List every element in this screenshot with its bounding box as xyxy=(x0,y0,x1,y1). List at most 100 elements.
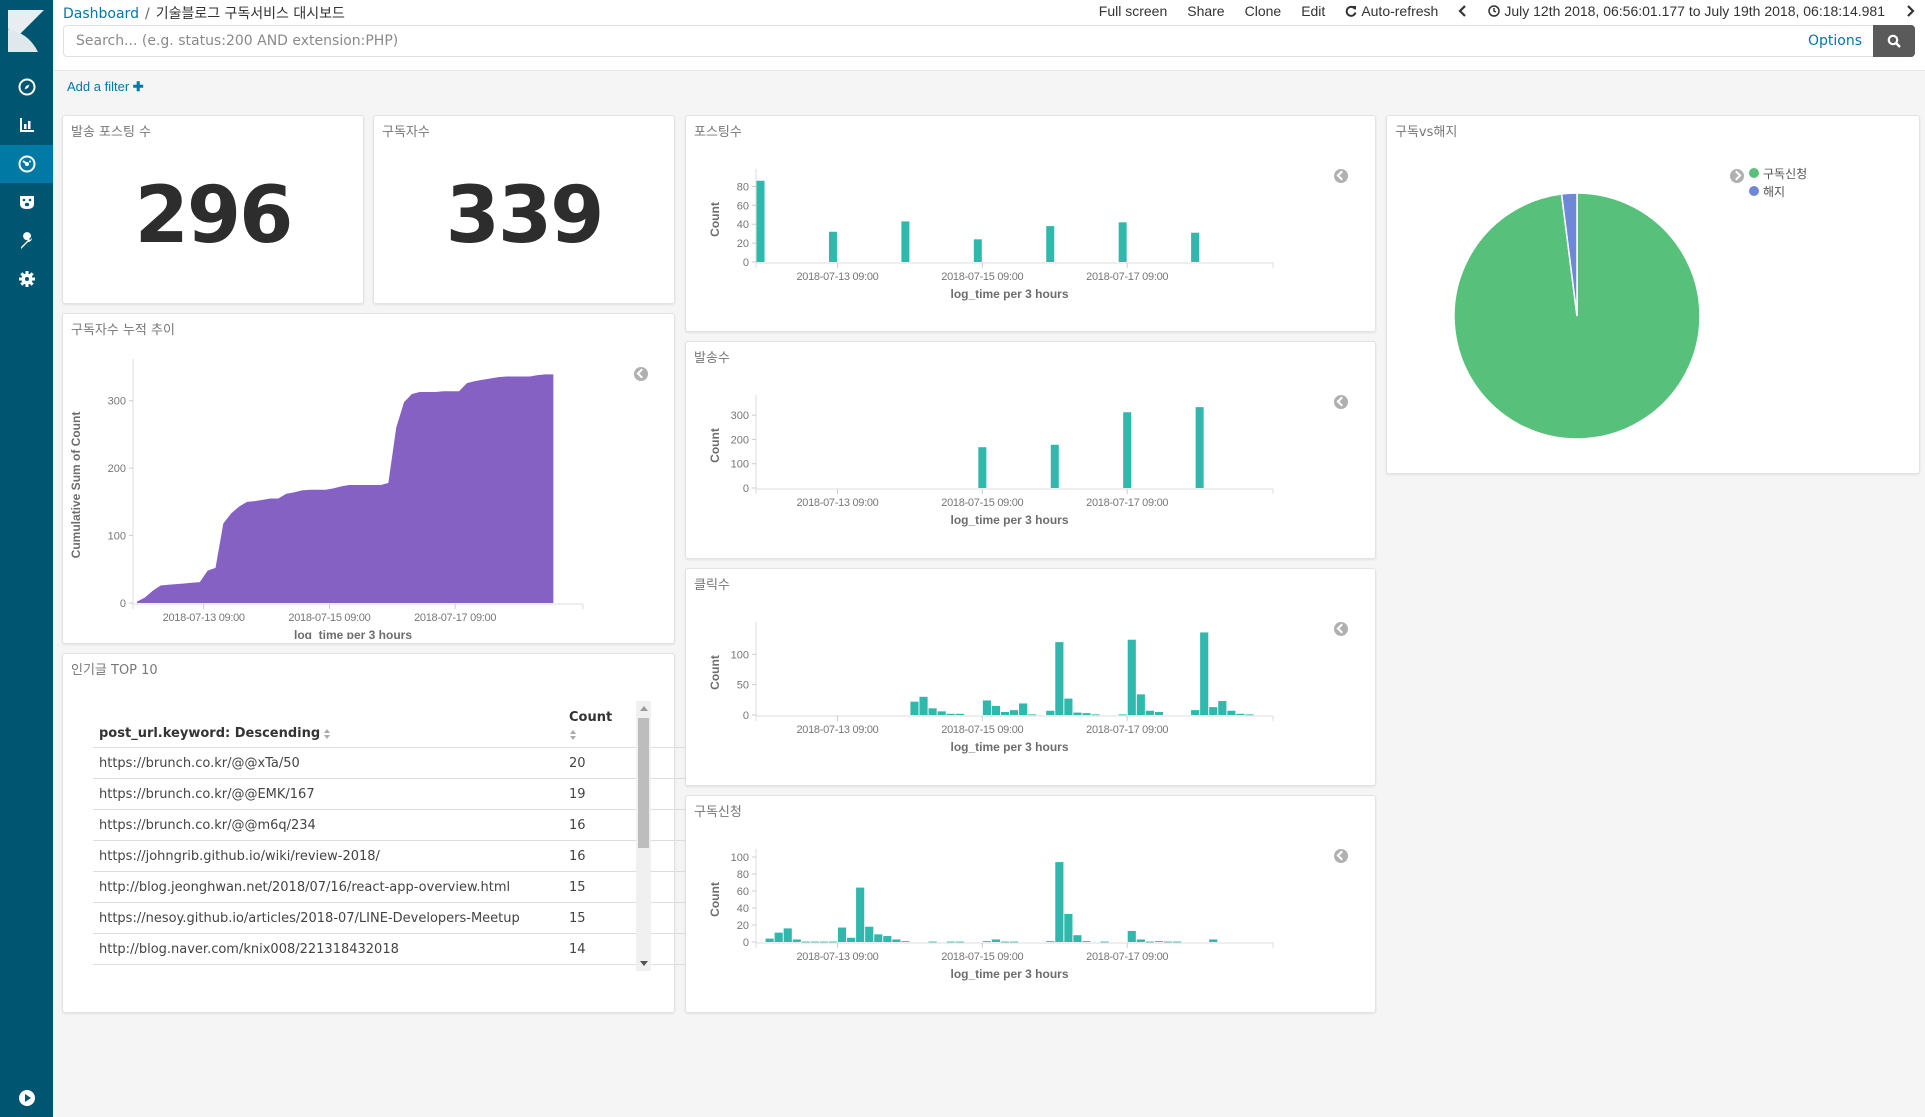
breadcrumb-dashboard-link[interactable]: Dashboard xyxy=(63,6,139,22)
cell-post-url[interactable]: https://brunch.co.kr/@@xTa/50 xyxy=(93,747,563,779)
legend-item[interactable]: 해지 xyxy=(1749,182,1807,200)
scrollbar-thumb[interactable] xyxy=(638,718,649,848)
x-tick-label: 2018-07-17 09:00 xyxy=(1086,724,1168,736)
clone-button[interactable]: Clone xyxy=(1245,3,1282,19)
table-row: https://nesoy.github.io/articles/2018-07… xyxy=(93,902,688,934)
bar xyxy=(910,701,919,715)
kibana-logo[interactable] xyxy=(8,10,44,52)
bar xyxy=(1136,694,1145,715)
cell-count: 14 xyxy=(563,933,688,965)
legend-toggle-button[interactable] xyxy=(1334,622,1348,636)
legend-toggle-button[interactable] xyxy=(1334,849,1348,863)
time-previous-button[interactable] xyxy=(1458,5,1468,17)
sidebar-item-dashboard[interactable] xyxy=(0,145,53,183)
cell-post-url[interactable]: https://johngrib.github.io/wiki/review-2… xyxy=(93,840,563,872)
cell-post-url[interactable]: https://brunch.co.kr/@@EMK/167 xyxy=(93,778,563,810)
share-button[interactable]: Share xyxy=(1187,3,1224,19)
legend-toggle-button[interactable] xyxy=(634,367,648,381)
bar xyxy=(937,711,946,715)
legend-toggle-button[interactable] xyxy=(1334,395,1348,409)
sidebar-item-visualize[interactable] xyxy=(0,106,53,144)
y-tick-label: 40 xyxy=(737,903,749,915)
bar xyxy=(1100,941,1109,943)
y-tick-label: 100 xyxy=(731,649,749,661)
panel-clicks: 클릭수 0 50 100 2018-07-13 09:00 2018-07-15 09:… xyxy=(685,568,1376,786)
time-next-button[interactable] xyxy=(1905,5,1915,17)
scroll-down-arrow-icon[interactable] xyxy=(640,961,648,966)
y-tick-label: 0 xyxy=(743,257,749,269)
time-range-label: July 12th 2018, 06:56:01.177 to July 19t… xyxy=(1504,3,1885,19)
y-axis-title: Count xyxy=(708,882,722,917)
sidebar-item-management[interactable] xyxy=(0,260,53,298)
search-button[interactable] xyxy=(1873,25,1915,57)
cell-count: 19 xyxy=(563,778,688,810)
legend-color-dot-icon xyxy=(1749,186,1759,196)
column-header-url[interactable]: post_url.keyword: Descending xyxy=(93,704,563,748)
y-tick-label: 100 xyxy=(731,852,749,864)
x-tick-label: 2018-07-13 09:00 xyxy=(796,271,878,283)
cell-post-url[interactable]: http://blog.jeonghwan.net/2018/07/16/rea… xyxy=(93,871,563,903)
bar xyxy=(1082,941,1091,942)
bar xyxy=(828,941,838,943)
panel-title: 클릭수 xyxy=(694,578,730,593)
bar xyxy=(837,927,847,942)
add-filter-button[interactable]: Add a filter ✚ xyxy=(67,79,144,95)
sidebar-item-dev-tools[interactable] xyxy=(0,222,53,260)
bar xyxy=(1145,710,1154,715)
bar xyxy=(982,941,991,942)
bar xyxy=(1209,939,1218,942)
collapse-sidebar-button[interactable] xyxy=(0,1079,53,1117)
legend-toggle-button[interactable] xyxy=(1730,169,1744,183)
bar xyxy=(801,941,810,943)
bar xyxy=(1154,711,1164,715)
sends-bar-chart: 0 100 200 300 2018-07-13 09:00 2018-07-15 09:… xyxy=(708,395,1274,527)
auto-refresh-button[interactable]: Auto-refresh xyxy=(1345,3,1438,19)
filter-bar: Add a filter ✚ xyxy=(53,70,1925,100)
y-tick-label: 200 xyxy=(108,463,126,475)
legend-item[interactable]: 구독신청 xyxy=(1749,164,1807,182)
options-button[interactable]: Options xyxy=(1808,33,1862,49)
cell-post-url[interactable]: https://brunch.co.kr/@@m6q/234 xyxy=(93,809,563,841)
x-axis-title: log_time per 3 hours xyxy=(950,740,1068,754)
bar xyxy=(765,938,774,942)
y-tick-label: 100 xyxy=(108,531,126,543)
table-scrollbar[interactable] xyxy=(636,701,651,971)
time-picker-button[interactable]: July 12th 2018, 06:56:01.177 to July 19t… xyxy=(1488,3,1885,19)
cell-post-url[interactable]: https://nesoy.github.io/articles/2018-07… xyxy=(93,902,563,934)
table-row: http://blog.naver.com/knix008/2213184320… xyxy=(93,933,688,965)
cell-post-url[interactable]: http://blog.naver.com/knix008/2213184320… xyxy=(93,933,563,965)
x-tick-label: 2018-07-17 09:00 xyxy=(1086,497,1168,509)
top-menu: Full screen Share Clone Edit Auto-refres… xyxy=(1079,3,1915,19)
sidebar-item-timelion[interactable] xyxy=(0,183,53,221)
x-axis-title: log_time per 3 hours xyxy=(950,287,1068,301)
add-filter-label: Add a filter xyxy=(67,79,130,94)
edit-button[interactable]: Edit xyxy=(1301,3,1325,19)
x-axis-title: log_time per 3 hours xyxy=(294,628,412,639)
y-axis-title: Count xyxy=(708,202,722,237)
bar-chart-icon xyxy=(19,118,34,132)
panel-pie: 구독vs해지 구독신청 해지 xyxy=(1386,115,1920,474)
compass-icon xyxy=(18,78,35,96)
bar xyxy=(1073,712,1082,715)
bar xyxy=(1123,412,1132,488)
top10-table: post_url.keyword: Descending Count https… xyxy=(93,704,688,965)
panel-title: 구독자수 xyxy=(382,125,430,140)
y-tick-label: 20 xyxy=(737,238,749,250)
breadcrumb: Dashboard / 기술블로그 구독서비스 대시보드 xyxy=(63,3,345,23)
column-header-count[interactable]: Count xyxy=(563,704,688,748)
scroll-up-arrow-icon[interactable] xyxy=(640,706,648,711)
bar xyxy=(1154,941,1164,942)
sidebar-item-discover[interactable] xyxy=(0,68,53,106)
y-tick-label: 60 xyxy=(737,886,749,898)
legend-toggle-button[interactable] xyxy=(1334,169,1348,183)
legend-label: 해지 xyxy=(1763,184,1786,199)
legend-color-dot-icon xyxy=(1749,168,1759,178)
search-input[interactable] xyxy=(76,26,1556,56)
y-tick-label: 300 xyxy=(108,396,126,408)
cell-count: 16 xyxy=(563,840,688,872)
bar xyxy=(865,926,874,942)
y-tick-label: 40 xyxy=(737,219,749,231)
x-tick-label: 2018-07-15 09:00 xyxy=(941,724,1023,736)
full-screen-button[interactable]: Full screen xyxy=(1099,3,1167,19)
clicks-bar-chart: 0 50 100 2018-07-13 09:00 2018-07-15 09:00 20… xyxy=(708,622,1274,754)
